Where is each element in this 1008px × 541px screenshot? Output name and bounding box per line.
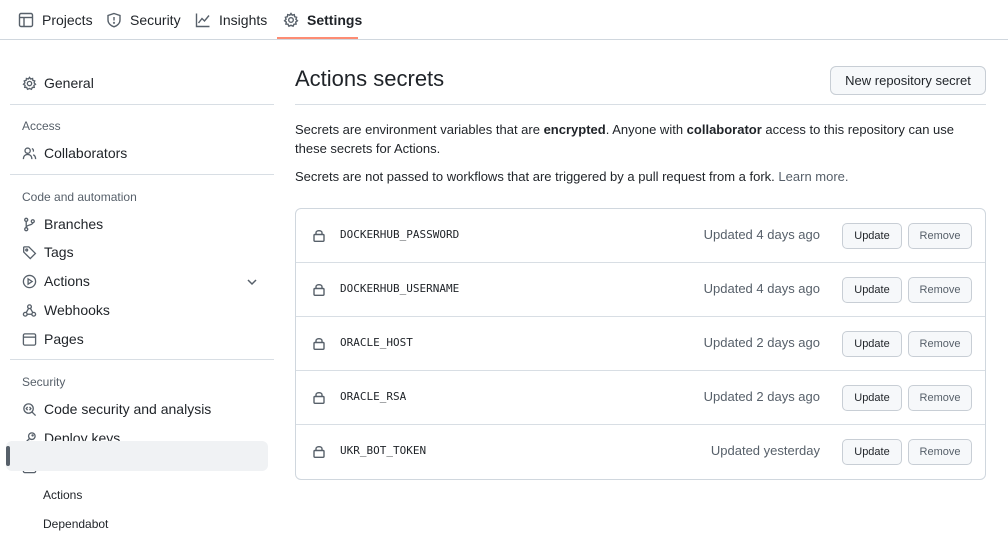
learn-more-link[interactable]: Learn more. [778,169,848,184]
update-button[interactable]: Update [842,277,902,303]
repo-nav: Projects Security Insights Settings [0,0,1008,40]
new-repository-secret-button[interactable]: New repository secret [830,66,986,95]
play-icon [22,274,37,288]
secret-name: DOCKERHUB_USERNAME [340,282,460,295]
update-button[interactable]: Update [842,385,902,411]
tab-settings[interactable]: Settings [283,0,362,40]
tab-label: Insights [219,12,268,28]
tab-label: Settings [307,12,363,28]
gear-icon [22,75,37,90]
secret-row: DOCKERHUB_USERNAME Updated 4 days ago Up… [296,263,985,317]
sidebar-item-actions[interactable]: Actions [22,269,90,293]
lock-icon [313,392,325,404]
description-emphasis: collaborator [686,122,762,137]
lock-icon [313,230,325,242]
tab-label: Security [130,12,181,28]
sidebar-subitem-actions[interactable]: Actions [43,488,82,502]
secret-name: ORACLE_HOST [340,336,413,349]
sidebar-item-general[interactable]: General [22,71,94,95]
sidebar-item-webhooks[interactable]: Webhooks [22,298,110,322]
secret-row: ORACLE_RSA Updated 2 days ago Update Rem… [296,371,985,425]
secret-updated: Updated 4 days ago [703,281,820,296]
active-tab-indicator [277,37,358,39]
remove-button[interactable]: Remove [908,439,972,465]
tag-icon [23,245,37,260]
sidebar-item-label: Actions [44,273,90,289]
sidebar-item-label: Tags [44,244,74,260]
description-emphasis: encrypted [543,122,606,137]
branch-icon [24,217,35,231]
description-text: Secrets are environment variables that a… [295,122,544,137]
secret-row: ORACLE_HOST Updated 2 days ago Update Re… [296,317,985,371]
update-button[interactable]: Update [842,331,902,357]
browser-icon [22,332,37,346]
sidebar-item-code-security[interactable]: Code security and analysis [22,397,211,421]
graph-icon [195,13,210,28]
sidebar-divider [10,104,274,105]
chevron-down-icon[interactable] [246,276,258,288]
tab-projects[interactable]: Projects [18,0,93,40]
secret-updated: Updated 2 days ago [703,335,820,350]
webhook-icon [22,303,37,317]
sidebar-item-label: Branches [44,216,104,232]
sidebar-item-collaborators[interactable]: Collaborators [22,141,127,165]
gear-icon [283,12,299,28]
person-icon [22,146,37,159]
lock-icon [313,338,325,350]
sidebar-heading-access: Access [22,119,61,133]
active-item-background [6,441,268,471]
secret-row: UKR_BOT_TOKEN Updated yesterday Update R… [296,425,985,479]
sidebar-item-pages[interactable]: Pages [22,327,84,351]
update-button[interactable]: Update [842,439,902,465]
remove-button[interactable]: Remove [908,331,972,357]
page-title: Actions secrets [295,66,445,91]
active-item-indicator [6,446,10,466]
secret-name: DOCKERHUB_PASSWORD [340,228,460,241]
tab-insights[interactable]: Insights [195,0,267,40]
sidebar-item-tags[interactable]: Tags [22,240,74,264]
sidebar-divider [10,359,274,360]
title-divider [295,104,986,105]
sidebar-item-label: Code security and analysis [44,401,212,417]
description-text: . Anyone with [605,122,687,137]
secrets-list: DOCKERHUB_PASSWORD Updated 4 days ago Up… [295,208,986,480]
secret-name: ORACLE_RSA [340,390,407,403]
codescan-icon [23,402,37,416]
secret-updated: Updated yesterday [710,443,820,458]
sidebar-item-label: General [44,75,94,91]
remove-button[interactable]: Remove [908,223,972,249]
sidebar-heading-security: Security [22,375,66,389]
fork-notice-text: Secrets are not passed to workflows that… [295,169,775,184]
secret-row: DOCKERHUB_PASSWORD Updated 4 days ago Up… [296,209,985,263]
sidebar-item-label: Webhooks [44,302,110,318]
sidebar-item-label: Pages [44,331,84,347]
tab-label: Projects [42,12,93,28]
fork-notice: Secrets are not passed to workflows that… [295,167,985,186]
shield-icon [107,12,121,28]
sidebar-item-branches[interactable]: Branches [22,212,103,236]
lock-icon [313,284,325,296]
table-icon [18,12,34,28]
sidebar-subitem-dependabot[interactable]: Dependabot [43,517,108,531]
sidebar-heading-code: Code and automation [22,190,137,204]
sidebar-item-label: Collaborators [44,145,128,161]
secret-updated: Updated 2 days ago [703,389,820,404]
remove-button[interactable]: Remove [908,385,972,411]
secret-updated: Updated 4 days ago [703,227,820,242]
lock-icon [313,446,325,458]
remove-button[interactable]: Remove [908,277,972,303]
secrets-description: Secrets are environment variables that a… [295,120,985,158]
update-button[interactable]: Update [842,223,902,249]
secret-name: UKR_BOT_TOKEN [340,444,427,457]
tab-security[interactable]: Security [106,0,181,40]
sidebar-divider [10,174,274,175]
